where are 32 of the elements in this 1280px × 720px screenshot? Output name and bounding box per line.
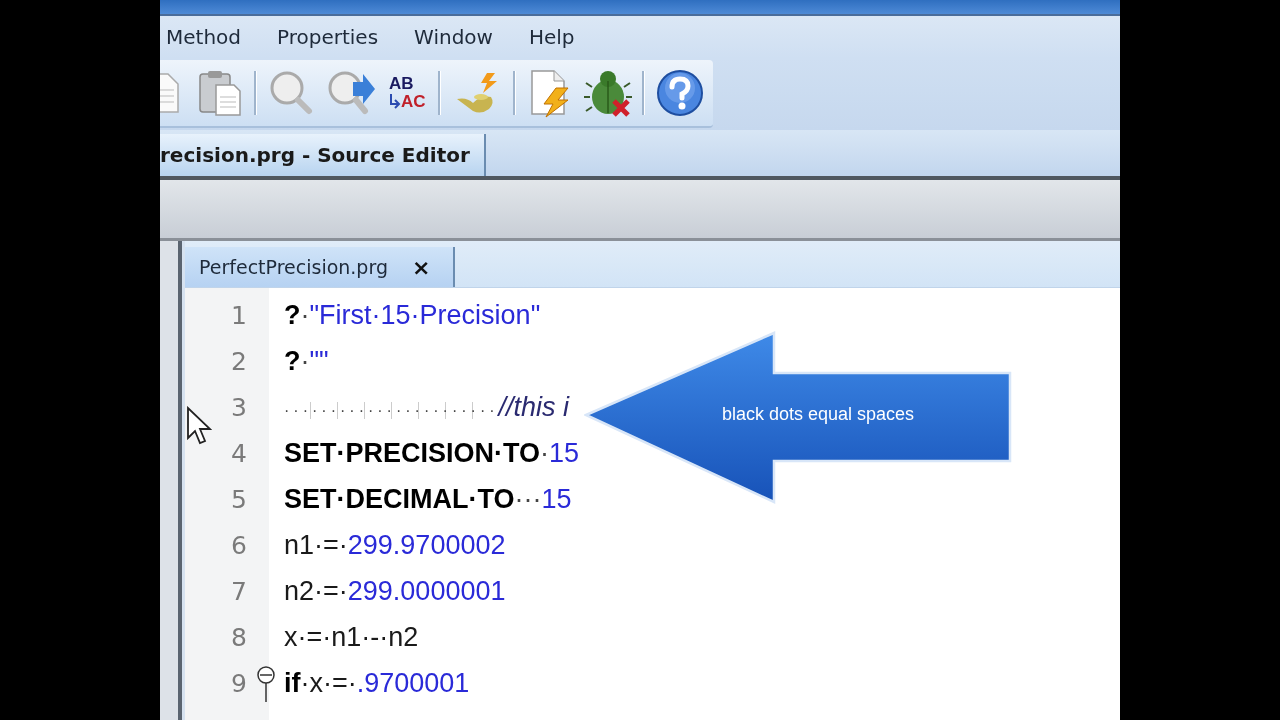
line-number: 7 xyxy=(230,576,247,606)
code-line: n2·=·299.0000001 xyxy=(284,575,506,607)
line-number: 3 xyxy=(230,392,247,422)
menu-item[interactable]: Properties xyxy=(277,25,397,49)
file-tab[interactable]: PerfectPrecision.prg × xyxy=(185,247,455,287)
menu-item[interactable]: Help xyxy=(528,25,593,49)
close-button[interactable]: × xyxy=(412,254,431,280)
line-number: 2 xyxy=(230,346,247,376)
code-line: if·x·=·.9700001 xyxy=(284,667,470,699)
line-number: 5 xyxy=(230,484,247,514)
code-line: ·······················//this i xyxy=(284,391,570,423)
line-number: 4 xyxy=(230,438,247,468)
code-line: n1·=·299.9700002 xyxy=(284,529,506,561)
code-line: x·=·n1·-·n2 xyxy=(284,621,419,653)
clipboard-icon[interactable] xyxy=(196,69,244,117)
line-number: 8 xyxy=(230,622,247,652)
callout-text: black dots equal spaces xyxy=(722,404,915,425)
menu-item[interactable]: Method xyxy=(166,25,259,49)
document-icon[interactable] xyxy=(160,70,180,116)
line-number: 6 xyxy=(230,530,247,560)
code-line: ?·"First·15·Precision" xyxy=(284,299,541,331)
menu-item[interactable]: Window xyxy=(414,25,511,49)
help-icon[interactable] xyxy=(654,68,705,118)
code-line: SET·PRECISION·TO·15 xyxy=(284,437,580,469)
line-number: 9 xyxy=(230,668,247,698)
mouse-pointer-icon xyxy=(186,406,212,446)
bug-icon[interactable] xyxy=(583,69,632,117)
fold-marker-icon[interactable] xyxy=(255,666,276,702)
code-line: ?·"" xyxy=(284,345,329,377)
document-tab[interactable]: recision.prg - Source Editor xyxy=(160,134,486,176)
line-number: 1 xyxy=(230,300,247,330)
code-line: SET·DECIMAL·TO···15 xyxy=(284,483,572,515)
